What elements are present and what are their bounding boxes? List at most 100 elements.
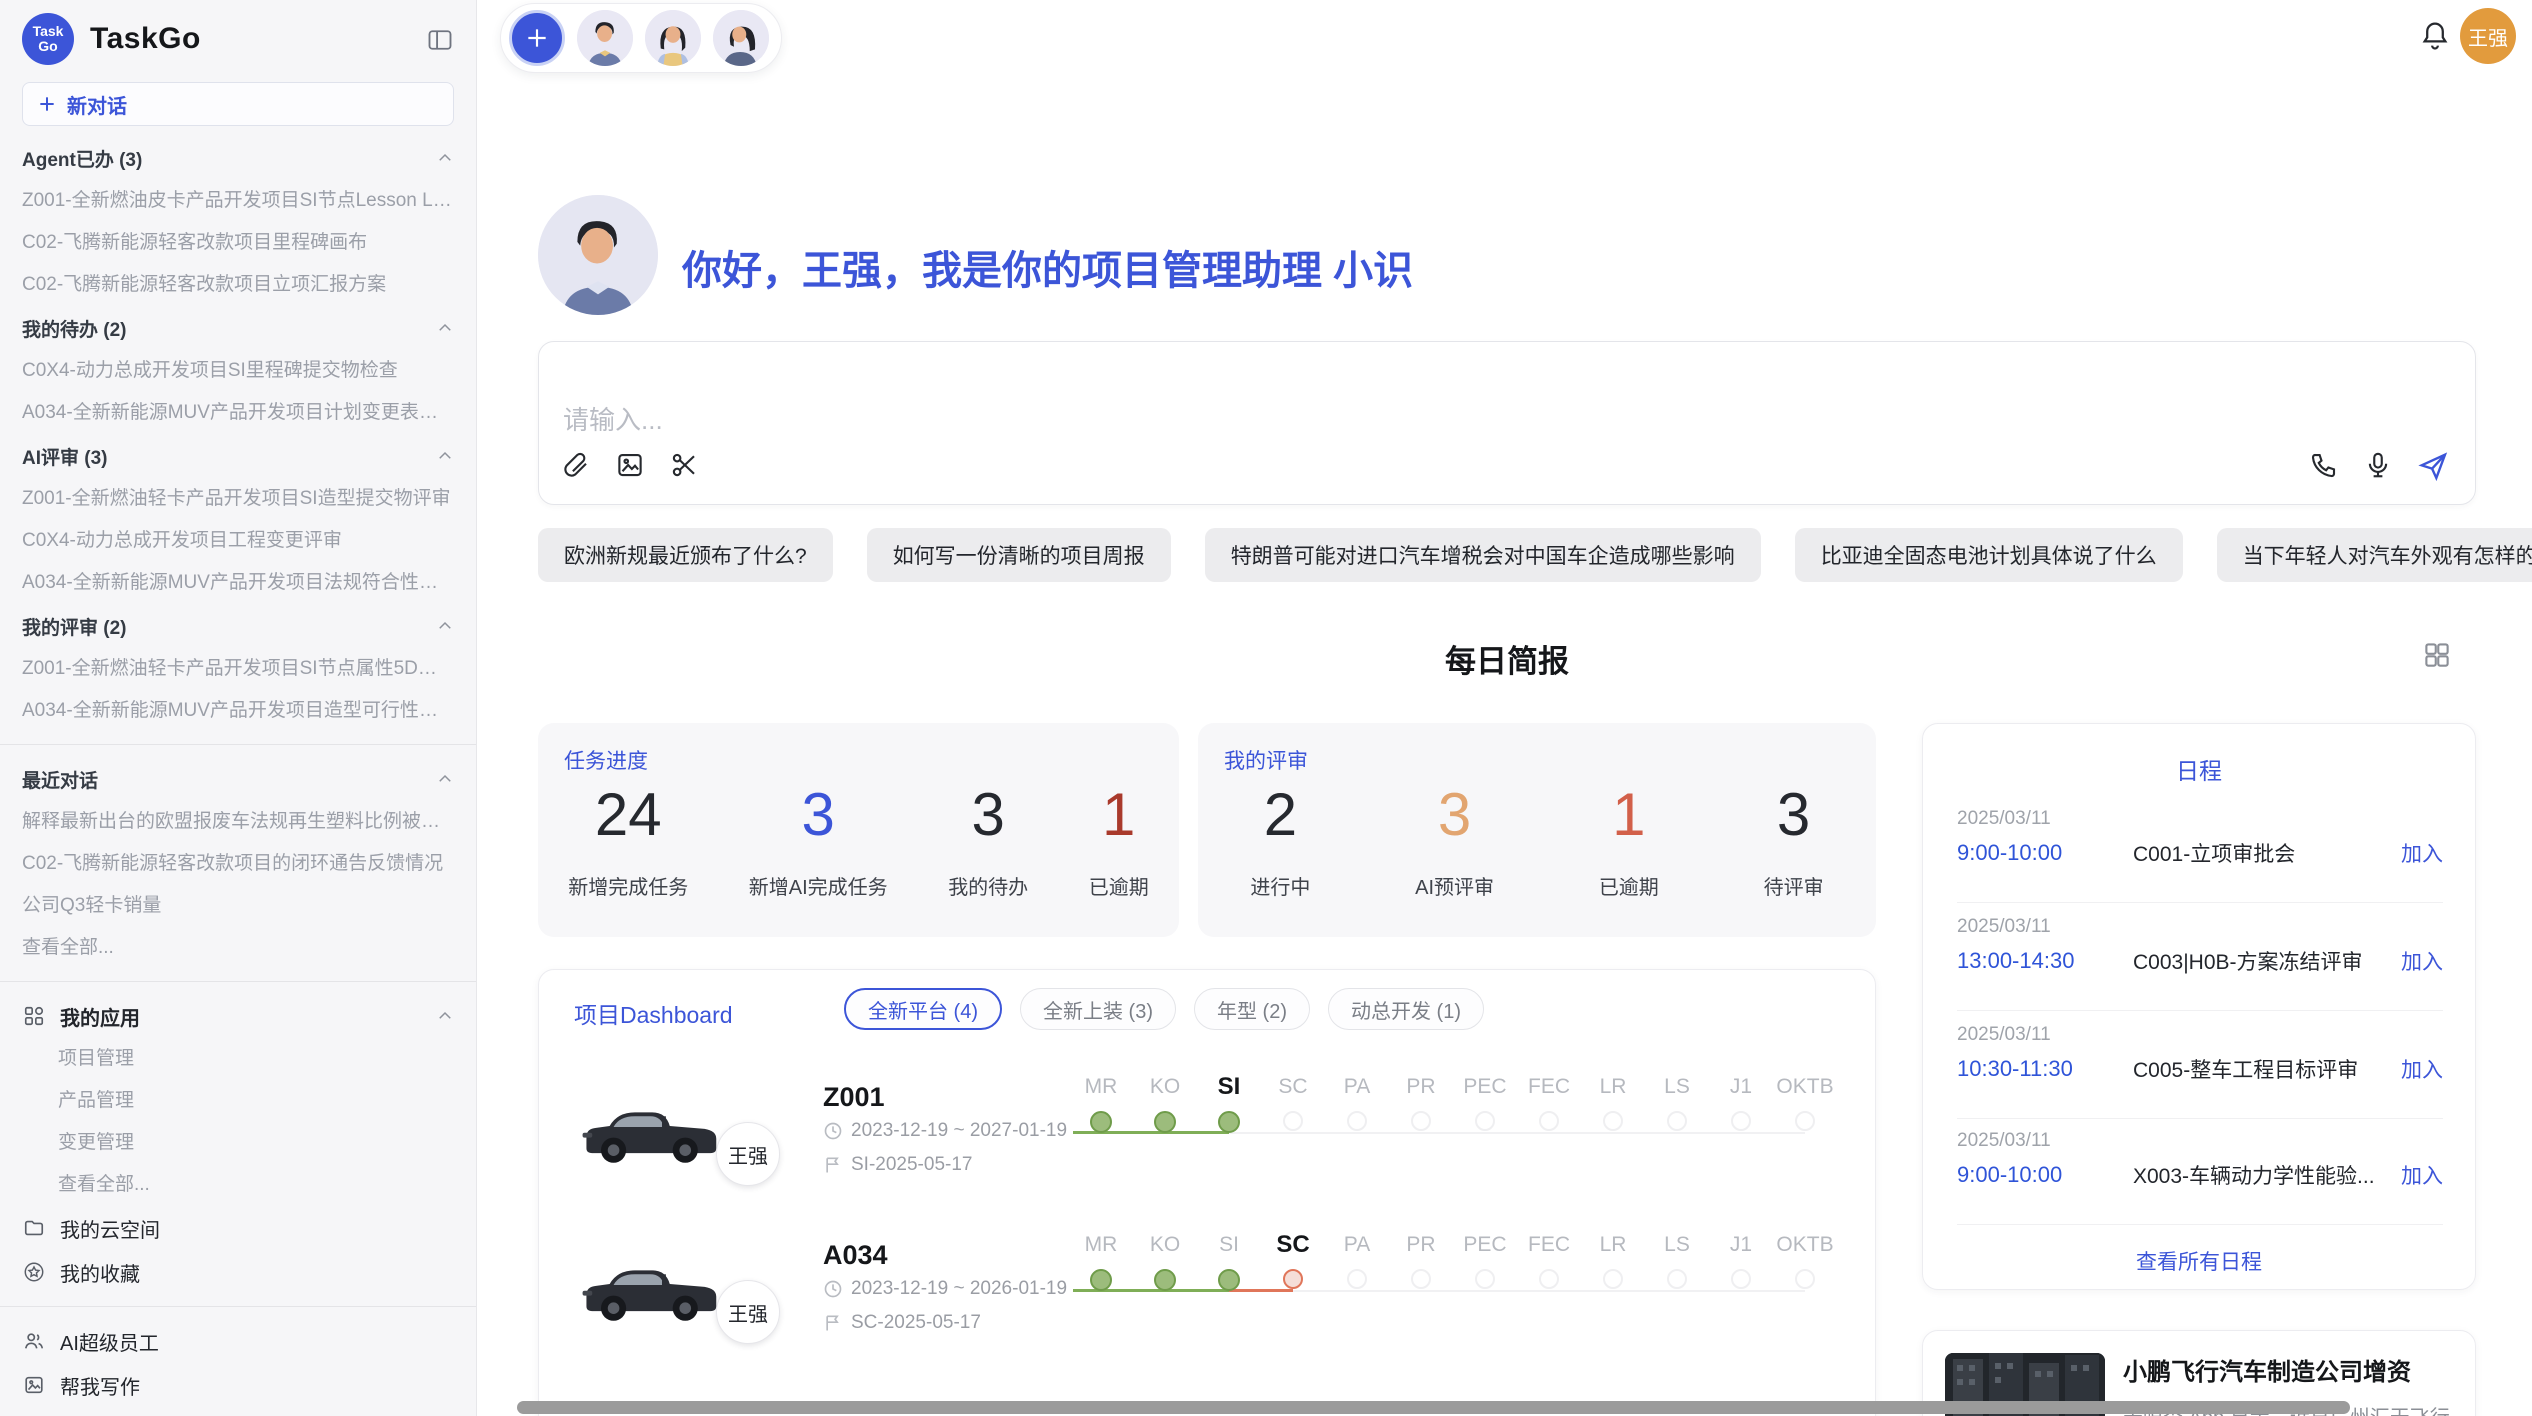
view-all-conversations[interactable]: 查看全部... xyxy=(0,927,476,969)
user-avatar[interactable]: 王强 xyxy=(2460,8,2516,64)
conversation-item[interactable]: 解释最新出台的欧盟报废车法规再生塑料比例被调至15%... xyxy=(0,801,476,843)
milestone-dot[interactable] xyxy=(1731,1269,1751,1289)
conversation-item[interactable]: Z001-全新燃油皮卡产品开发项目SI节点Lesson Learn报告 xyxy=(0,180,476,222)
sidebar-item-help-write[interactable]: 帮我写作 xyxy=(0,1363,476,1407)
sidebar-item-project-mgmt[interactable]: 项目管理 xyxy=(0,1038,476,1080)
avatar[interactable] xyxy=(713,10,769,66)
suggestion-chip[interactable]: 比亚迪全固态电池计划具体说了什么 xyxy=(1795,528,2183,582)
conversation-item[interactable]: Z001-全新燃油轻卡产品开发项目SI造型提交物评审 xyxy=(0,478,476,520)
milestone-dot[interactable] xyxy=(1411,1111,1431,1131)
milestone-dot[interactable] xyxy=(1218,1111,1240,1133)
project-owner-badge[interactable]: 王强 xyxy=(716,1280,780,1344)
view-all-apps[interactable]: 查看全部... xyxy=(0,1164,476,1206)
image-upload-icon[interactable] xyxy=(615,450,647,482)
chevron-up-icon[interactable] xyxy=(436,447,454,465)
section-agent-done[interactable]: Agent已办 (3) xyxy=(0,136,476,180)
send-icon[interactable] xyxy=(2417,450,2449,482)
chevron-up-icon[interactable] xyxy=(436,770,454,788)
milestone-dot[interactable] xyxy=(1603,1111,1623,1131)
suggestion-chip[interactable]: 如何写一份清晰的项目周报 xyxy=(867,528,1171,582)
suggestion-chip[interactable]: 特朗普可能对进口汽车增税会对中国车企造成哪些影响 xyxy=(1205,528,1761,582)
conversation-item[interactable]: A034-全新新能源MUV产品开发项目法规符合性评审 xyxy=(0,562,476,604)
filter-powertrain[interactable]: 动总开发 (1) xyxy=(1328,988,1484,1030)
milestone-label: PR xyxy=(1406,1072,1435,1102)
section-my-review[interactable]: 我的评审 (2) xyxy=(0,604,476,648)
join-meeting-link[interactable]: 加入 xyxy=(2401,1054,2443,1084)
milestone-dot[interactable] xyxy=(1347,1269,1367,1289)
chevron-up-icon[interactable] xyxy=(436,617,454,635)
milestone-dot[interactable] xyxy=(1731,1111,1751,1131)
milestone-dot[interactable] xyxy=(1090,1269,1112,1291)
avatar[interactable] xyxy=(577,10,633,66)
milestone-dot[interactable] xyxy=(1090,1111,1112,1133)
conversation-item[interactable]: C02-飞腾新能源轻客改款项目里程碑画布 xyxy=(0,222,476,264)
sidebar-item-cloud-space[interactable]: 我的云空间 xyxy=(0,1206,476,1250)
milestone-dot[interactable] xyxy=(1795,1269,1815,1289)
chevron-up-icon[interactable] xyxy=(436,149,454,167)
sidebar-item-product-mgmt[interactable]: 产品管理 xyxy=(0,1080,476,1122)
chevron-up-icon[interactable] xyxy=(436,1007,454,1025)
milestone-dot[interactable] xyxy=(1603,1269,1623,1289)
join-meeting-link[interactable]: 加入 xyxy=(2401,946,2443,976)
milestone-dot[interactable] xyxy=(1283,1111,1303,1131)
attachment-icon[interactable] xyxy=(561,450,593,482)
milestone-dot[interactable] xyxy=(1154,1111,1176,1133)
suggestion-chip[interactable]: 欧洲新规最近颁布了什么? xyxy=(538,528,833,582)
milestone-dot[interactable] xyxy=(1539,1111,1559,1131)
filter-all-platform[interactable]: 全新平台 (4) xyxy=(844,988,1002,1030)
project-code[interactable]: A034 xyxy=(823,1240,888,1271)
conversation-item[interactable]: Z001-全新燃油轻卡产品开发项目SI节点属性5D文件评审 xyxy=(0,648,476,690)
filter-year-model[interactable]: 年型 (2) xyxy=(1194,988,1310,1030)
milestone-dot[interactable] xyxy=(1667,1269,1687,1289)
section-my-todo[interactable]: 我的待办 (2) xyxy=(0,306,476,350)
project-car-image xyxy=(569,1234,724,1332)
join-meeting-link[interactable]: 加入 xyxy=(2401,838,2443,868)
news-title[interactable]: 小鹏飞行汽车制造公司增资 xyxy=(2123,1357,2457,1389)
sidebar-item-ai-staff[interactable]: AI超级员工 xyxy=(0,1319,476,1363)
milestone-dot[interactable] xyxy=(1218,1269,1240,1291)
milestone-dot[interactable] xyxy=(1347,1111,1367,1131)
divider xyxy=(1957,1224,2443,1225)
section-ai-review[interactable]: AI评审 (3) xyxy=(0,434,476,478)
milestone-dot[interactable] xyxy=(1475,1111,1495,1131)
chat-input[interactable]: 请输入... xyxy=(563,400,663,437)
sidebar-collapse-icon[interactable] xyxy=(424,24,456,56)
view-all-schedule-link[interactable]: 查看所有日程 xyxy=(1923,1246,2475,1276)
project-owner-badge[interactable]: 王强 xyxy=(716,1122,780,1186)
scissors-icon[interactable] xyxy=(669,450,701,482)
add-assistant-button[interactable] xyxy=(509,10,565,66)
conversation-item[interactable]: C0X4-动力总成开发项目SI里程碑提交物检查 xyxy=(0,350,476,392)
milestone-dot[interactable] xyxy=(1411,1269,1431,1289)
milestone-dot[interactable] xyxy=(1795,1111,1815,1131)
owner-name: 王强 xyxy=(728,1298,768,1327)
avatar[interactable] xyxy=(645,10,701,66)
horizontal-scrollbar[interactable] xyxy=(517,1401,2350,1414)
milestone-dot-overdue[interactable] xyxy=(1283,1269,1303,1289)
microphone-icon[interactable] xyxy=(2363,450,2395,482)
conversation-item[interactable]: 公司Q3轻卡销量 xyxy=(0,885,476,927)
milestone-dot[interactable] xyxy=(1154,1269,1176,1291)
sidebar-item-favorites[interactable]: 我的收藏 xyxy=(0,1250,476,1294)
schedule-time: 9:00-10:00 xyxy=(1957,1162,2133,1188)
conversation-item[interactable]: C02-飞腾新能源轻客改款项目立项汇报方案 xyxy=(0,264,476,306)
conversation-item[interactable]: C02-飞腾新能源轻客改款项目的闭环通告反馈情况 xyxy=(0,843,476,885)
phone-call-icon[interactable] xyxy=(2309,450,2341,482)
section-recent[interactable]: 最近对话 xyxy=(0,757,476,801)
milestone-dot[interactable] xyxy=(1475,1269,1495,1289)
milestone-dot[interactable] xyxy=(1667,1111,1687,1131)
filter-new-body[interactable]: 全新上装 (3) xyxy=(1020,988,1176,1030)
sidebar-item-change-mgmt[interactable]: 变更管理 xyxy=(0,1122,476,1164)
briefing-layout-icon[interactable] xyxy=(2422,640,2454,672)
conversation-item[interactable]: C0X4-动力总成开发项目工程变更评审 xyxy=(0,520,476,562)
conversation-item[interactable]: A034-全新新能源MUV产品开发项目造型可行性评审 xyxy=(0,690,476,732)
milestone-dot[interactable] xyxy=(1539,1269,1559,1289)
notification-bell-icon[interactable] xyxy=(2418,18,2454,54)
sidebar-item-my-apps[interactable]: 我的应用 xyxy=(0,994,476,1038)
join-meeting-link[interactable]: 加入 xyxy=(2401,1160,2443,1190)
chevron-up-icon[interactable] xyxy=(436,319,454,337)
conversation-item[interactable]: A034-全新新能源MUV产品开发项目计划变更表编写 xyxy=(0,392,476,434)
new-chat-button[interactable]: 新对话 xyxy=(22,82,454,126)
project-code[interactable]: Z001 xyxy=(823,1082,885,1113)
suggestion-chip[interactable]: 当下年轻人对汽车外观有怎样的喜好趋势 xyxy=(2217,528,2532,582)
sidebar-item-creative-draw[interactable]: 创意制图 xyxy=(0,1407,476,1416)
